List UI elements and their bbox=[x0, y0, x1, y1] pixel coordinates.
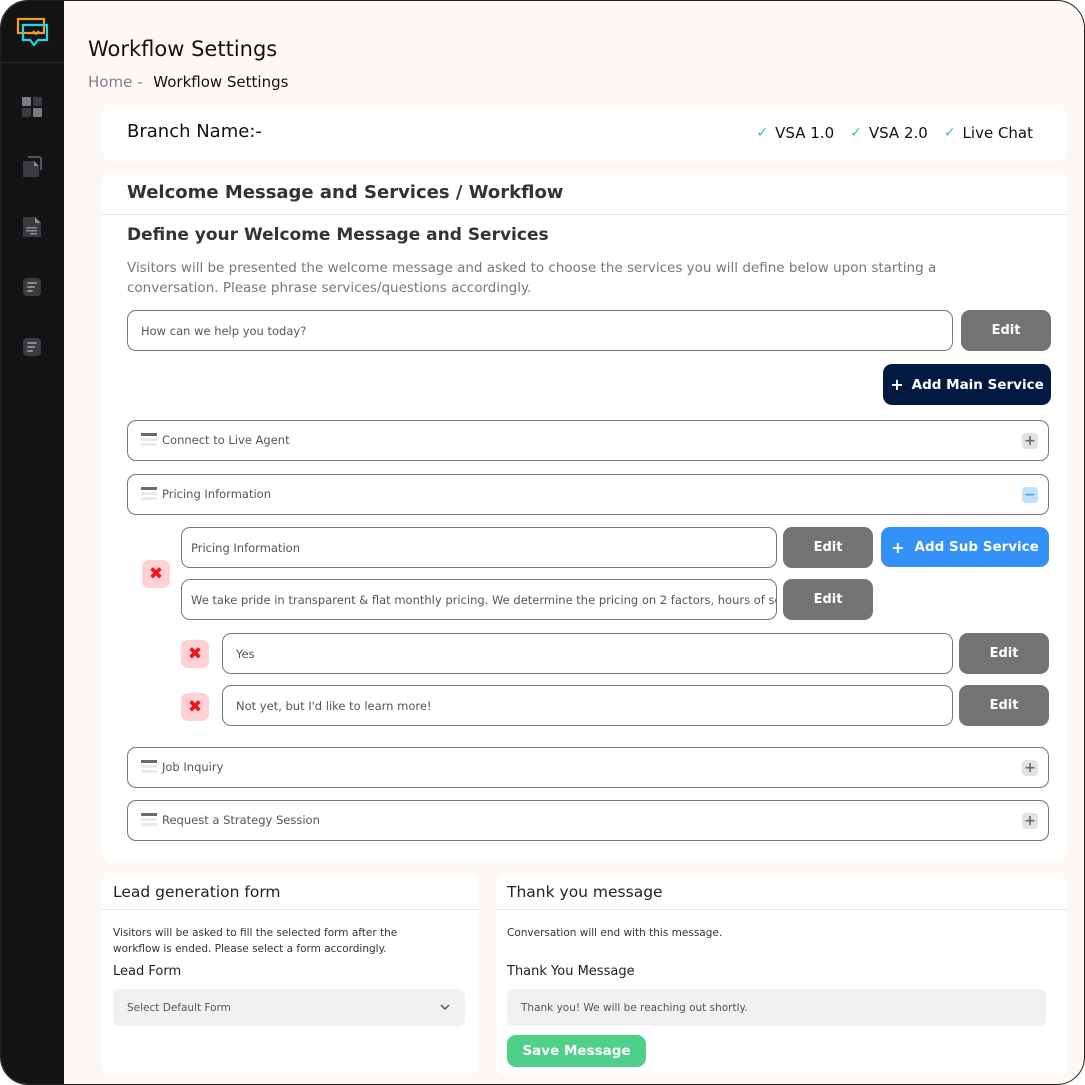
plus-icon: + bbox=[890, 375, 904, 394]
save-message-button[interactable]: Save Message bbox=[507, 1035, 646, 1067]
check-icon: ✓ bbox=[943, 125, 956, 141]
lead-form-selected: Select Default Form bbox=[127, 1001, 231, 1014]
thank-you-message-input[interactable]: Thank you! We will be reaching out short… bbox=[507, 989, 1046, 1026]
service-row-job-inquiry[interactable]: Job Inquiry + bbox=[127, 747, 1049, 788]
drag-handle-icon[interactable] bbox=[141, 813, 157, 827]
edit-welcome-button[interactable]: Edit bbox=[961, 310, 1051, 351]
sidebar bbox=[1, 1, 64, 1084]
list-document-icon bbox=[23, 278, 41, 296]
add-sub-service-label: Add Sub Service bbox=[914, 539, 1039, 555]
check-icon: ✓ bbox=[850, 125, 862, 141]
option-input[interactable]: Yes bbox=[222, 633, 953, 674]
channel-list: ✓ VSA 1.0 ✓ VSA 2.0 ✓ Live Chat bbox=[756, 124, 1033, 142]
breadcrumb-current: Workflow Settings bbox=[153, 73, 289, 91]
lead-form-description: Visitors will be asked to fill the selec… bbox=[113, 927, 398, 955]
drag-handle-icon[interactable] bbox=[141, 433, 157, 447]
chevron-down-icon bbox=[440, 1004, 450, 1011]
option-input[interactable]: Not yet, but I'd like to learn more! bbox=[222, 685, 953, 726]
breadcrumb-home-link[interactable]: Home - bbox=[88, 73, 142, 91]
plus-icon: + bbox=[891, 537, 905, 557]
add-main-service-button[interactable]: + Add Main Service bbox=[883, 364, 1051, 405]
welcome-message-input[interactable]: How can we help you today? bbox=[127, 310, 953, 351]
branch-name-label: Branch Name:- bbox=[127, 121, 262, 142]
channel-label: VSA 2.0 bbox=[868, 124, 928, 142]
close-x-icon: ✖ bbox=[187, 697, 203, 717]
divider bbox=[496, 909, 1067, 910]
dashboard-grid-icon bbox=[22, 97, 42, 117]
expand-plus-icon[interactable]: + bbox=[1022, 760, 1038, 776]
app-window: Workflow Settings Home - Workflow Settin… bbox=[0, 0, 1085, 1085]
workflow-card: Welcome Message and Services / Workflow … bbox=[102, 173, 1067, 863]
thank-you-card: Thank you message Conversation will end … bbox=[496, 873, 1067, 1075]
lead-form-heading: Lead generation form bbox=[113, 883, 281, 901]
edit-sub-service-title-button[interactable]: Edit bbox=[783, 527, 873, 568]
sidebar-item-list-2[interactable] bbox=[21, 336, 43, 358]
delete-option-button[interactable]: ✖ bbox=[181, 693, 209, 721]
sub-service-title-input[interactable]: Pricing Information bbox=[181, 527, 777, 568]
logo[interactable] bbox=[1, 1, 64, 63]
delete-service-button[interactable]: ✖ bbox=[142, 560, 170, 588]
workflow-heading: Welcome Message and Services / Workflow bbox=[127, 182, 564, 203]
main-content: Workflow Settings Home - Workflow Settin… bbox=[64, 1, 1084, 1084]
sidebar-item-document[interactable] bbox=[21, 216, 43, 238]
page-title: Workflow Settings bbox=[88, 37, 278, 61]
service-row-connect-live-agent[interactable]: Connect to Live Agent + bbox=[127, 420, 1049, 461]
collapse-minus-icon[interactable]: − bbox=[1022, 487, 1038, 503]
check-icon: ✓ bbox=[756, 125, 769, 141]
thank-you-description: Conversation will end with this message. bbox=[507, 927, 723, 939]
drag-handle-icon[interactable] bbox=[141, 487, 157, 501]
channel-vsa2: ✓ VSA 2.0 bbox=[850, 124, 928, 142]
list-document-icon bbox=[23, 338, 41, 356]
chat-bubbles-logo-icon bbox=[16, 17, 48, 47]
edit-sub-service-response-button[interactable]: Edit bbox=[783, 579, 873, 620]
sidebar-item-dashboard[interactable] bbox=[21, 96, 43, 118]
edit-option-button[interactable]: Edit bbox=[959, 633, 1049, 674]
drag-handle-icon[interactable] bbox=[141, 760, 157, 774]
text-document-icon bbox=[23, 217, 41, 237]
thank-you-label: Thank You Message bbox=[507, 964, 635, 979]
workflow-subheading: Define your Welcome Message and Services bbox=[127, 225, 549, 245]
sidebar-item-list-1[interactable] bbox=[21, 276, 43, 298]
copy-document-icon bbox=[23, 156, 42, 177]
lead-form-label: Lead Form bbox=[113, 964, 182, 979]
close-x-icon: ✖ bbox=[187, 644, 203, 664]
service-row-strategy-session[interactable]: Request a Strategy Session + bbox=[127, 800, 1049, 841]
service-label: Job Inquiry bbox=[162, 760, 224, 774]
delete-option-button[interactable]: ✖ bbox=[181, 640, 209, 668]
channel-label: VSA 1.0 bbox=[775, 124, 835, 142]
divider bbox=[102, 909, 479, 910]
service-label: Request a Strategy Session bbox=[162, 813, 320, 827]
divider bbox=[102, 214, 1067, 215]
expand-plus-icon[interactable]: + bbox=[1022, 433, 1038, 449]
workflow-description: Visitors will be presented the welcome m… bbox=[127, 260, 937, 296]
add-sub-service-button[interactable]: + Add Sub Service bbox=[881, 527, 1049, 567]
edit-option-button[interactable]: Edit bbox=[959, 685, 1049, 726]
service-row-pricing-information[interactable]: Pricing Information − bbox=[127, 474, 1049, 515]
breadcrumb: Home - Workflow Settings bbox=[88, 73, 288, 91]
thank-you-heading: Thank you message bbox=[507, 883, 663, 901]
service-label: Connect to Live Agent bbox=[162, 433, 290, 447]
service-label: Pricing Information bbox=[162, 487, 271, 501]
lead-form-select[interactable]: Select Default Form bbox=[113, 989, 465, 1026]
expand-plus-icon[interactable]: + bbox=[1022, 813, 1038, 829]
channel-label: Live Chat bbox=[962, 124, 1033, 142]
lead-form-card: Lead generation form Visitors will be as… bbox=[102, 873, 479, 1075]
close-x-icon: ✖ bbox=[148, 564, 164, 584]
channel-vsa1: ✓ VSA 1.0 bbox=[756, 124, 834, 142]
sub-service-response-input[interactable]: We take pride in transparent & flat mont… bbox=[181, 579, 777, 620]
sidebar-item-copy[interactable] bbox=[21, 156, 43, 178]
add-main-service-label: Add Main Service bbox=[911, 376, 1044, 393]
branch-card: Branch Name:- ✓ VSA 1.0 ✓ VSA 2.0 ✓ Live… bbox=[102, 105, 1067, 161]
channel-live-chat: ✓ Live Chat bbox=[944, 124, 1033, 142]
